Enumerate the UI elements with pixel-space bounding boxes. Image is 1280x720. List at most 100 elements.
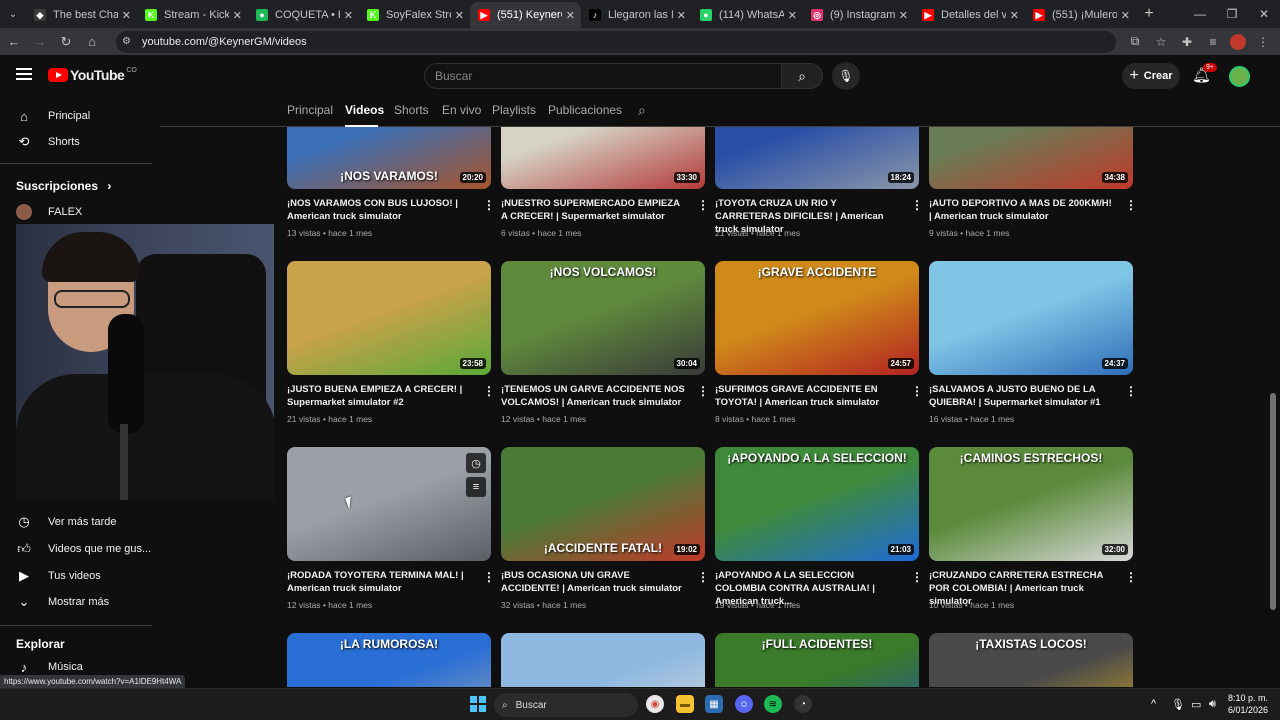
browser-tab[interactable]: ● COQUETA • Fu ✕ — [248, 2, 359, 28]
tab-close-icon[interactable]: ✕ — [122, 9, 131, 22]
forward-icon[interactable]: → — [28, 30, 52, 54]
search-input[interactable]: Buscar — [424, 63, 782, 89]
tab-publicaciones[interactable]: Publicaciones — [548, 103, 622, 117]
subscription-falex[interactable]: FALEX — [0, 199, 152, 225]
more-actions-icon[interactable]: ⋮ — [697, 198, 709, 212]
video-card[interactable]: 18:24 ¡TOYOTA CRUZA UN RIO Y CARRETERAS D… — [715, 127, 923, 238]
more-actions-icon[interactable]: ⋮ — [483, 384, 495, 398]
tab-close-icon[interactable]: ✕ — [233, 9, 242, 22]
video-thumbnail[interactable]: 24:37 — [929, 261, 1133, 375]
video-card[interactable]: 33:30 ¡NUESTRO SUPERMERCADO EMPIEZA A CRE… — [501, 127, 709, 238]
obs-icon[interactable]: ◔ — [794, 695, 812, 713]
video-card[interactable]: ¡ACCIDENTE FATAL! 19:02 ¡BUS OCASIONA UN G… — [501, 447, 709, 610]
url-bar[interactable]: ⚙ youtube.com/@KeynerGM/videos — [116, 30, 1116, 53]
sidebar-item-principal[interactable]: ⌂ Principal — [0, 103, 152, 129]
tab-close-icon[interactable]: ✕ — [455, 9, 464, 22]
site-info-icon[interactable]: ⚙ — [122, 36, 136, 47]
spotify-icon[interactable]: ≋ — [764, 695, 782, 713]
video-card[interactable]: ¡LA RUMOROSA! — [287, 633, 491, 687]
menu-hamburger-icon[interactable] — [16, 68, 32, 80]
video-thumbnail[interactable]: ¡FULL ACIDENTES! — [715, 633, 919, 687]
video-title[interactable]: ¡SUFRIMOS GRAVE ACCIDENTE EN TOYOTA! | A… — [715, 383, 901, 409]
tab-en-vivo[interactable]: En vivo — [442, 103, 481, 117]
more-actions-icon[interactable]: ⋮ — [911, 570, 923, 584]
browser-tab[interactable]: ▶ (551) KeynerGM ✕ — [470, 2, 581, 28]
media-control-icon[interactable]: ≡ — [1204, 35, 1222, 49]
video-thumbnail[interactable]: ¡GRAVE ACCIDENTE 24:57 — [715, 261, 919, 375]
video-card[interactable]: ¡GRAVE ACCIDENTE 24:57 ¡SUFRIMOS GRAVE ACC… — [715, 261, 923, 424]
video-thumbnail[interactable]: 33:30 — [501, 127, 705, 189]
search-icon[interactable]: ⌕ — [781, 63, 823, 89]
sidebar-item-your-videos[interactable]: ▶ Tus videos — [0, 563, 152, 589]
browser-tab[interactable]: K Stream - Kick Das ✕ — [137, 2, 248, 28]
tray-chevron-icon[interactable]: ^ — [1151, 698, 1156, 710]
restore-icon[interactable]: ❐ — [1216, 0, 1248, 28]
sidebar-item-liked[interactable]: 👍︎ Videos que me gus... — [0, 536, 152, 562]
channel-search-icon[interactable]: ⌕ — [638, 102, 646, 119]
browser-tab[interactable]: ▶ Detalles del vídeo ✕ — [914, 2, 1025, 28]
taskbar-search[interactable]: ⌕ Buscar — [494, 693, 638, 717]
video-title[interactable]: ¡RODADA TOYOTERA TERMINA MAL! | American… — [287, 569, 473, 595]
video-thumbnail[interactable]: ¡NOS VOLCAMOS! 30:04 — [501, 261, 705, 375]
video-card[interactable]: ¡NOS VARAMOS! 20:20 ¡NOS VARAMOS CON BUS L… — [287, 127, 495, 238]
video-title[interactable]: ¡SALVAMOS A JUSTO BUENO DE LA QUIEBRA! |… — [929, 383, 1115, 409]
more-actions-icon[interactable]: ⋮ — [697, 384, 709, 398]
video-thumbnail[interactable]: ¡NOS VARAMOS! 20:20 — [287, 127, 491, 189]
extensions-icon[interactable]: ✚ — [1178, 35, 1196, 49]
sidebar-item-shorts[interactable]: ⟲ Shorts — [0, 129, 152, 155]
video-thumbnail[interactable]: ¡LA RUMOROSA! — [287, 633, 491, 687]
tab-search-icon[interactable]: ⌄ — [0, 0, 26, 28]
video-card[interactable]: ¡APOYANDO A LA SELECCION! 21:03 ¡APOYANDO … — [715, 447, 923, 610]
tray-volume-icon[interactable]: 🔊︎ — [1209, 698, 1216, 711]
video-card[interactable]: ¡NOS VOLCAMOS! 30:04 ¡TENEMOS UN GARVE ACC… — [501, 261, 709, 424]
video-card[interactable]: 34:38 ¡AUTO DEPORTIVO A MAS DE 200KM/H! |… — [929, 127, 1137, 238]
video-title[interactable]: ¡NUESTRO SUPERMERCADO EMPIEZA A CRECER! … — [501, 197, 687, 223]
file-explorer-icon[interactable]: ▬ — [676, 695, 694, 713]
sidebar-item-watch-later[interactable]: ◷ Ver más tarde — [0, 509, 152, 535]
video-title[interactable]: ¡BUS OCASIONA UN GRAVE ACCIDENTE! | Amer… — [501, 569, 687, 595]
tab-close-icon[interactable]: ✕ — [344, 9, 353, 22]
tab-close-icon[interactable]: ✕ — [788, 9, 797, 22]
more-actions-icon[interactable]: ⋮ — [1125, 384, 1137, 398]
video-title[interactable]: ¡TENEMOS UN GARVE ACCIDENTE NOS VOLCAMOS… — [501, 383, 687, 409]
new-tab-button[interactable]: + — [1136, 5, 1162, 23]
chrome-icon[interactable]: ◉ — [646, 695, 664, 713]
tab-close-icon[interactable]: ✕ — [677, 9, 686, 22]
microphone-icon[interactable]: 🎙 — [832, 62, 860, 90]
reload-icon[interactable]: ↻ — [54, 30, 78, 54]
account-avatar[interactable] — [1229, 66, 1250, 87]
youtube-logo[interactable]: YouTube CO — [48, 67, 137, 83]
more-actions-icon[interactable]: ⋮ — [1125, 570, 1137, 584]
video-card[interactable]: ¡TAXISTAS LOCOS! — [929, 633, 1133, 687]
tab-videos[interactable]: Videos — [345, 103, 384, 117]
video-thumbnail[interactable]: ¡APOYANDO A LA SELECCION! 21:03 — [715, 447, 919, 561]
video-thumbnail[interactable]: 23:58 — [287, 261, 491, 375]
more-actions-icon[interactable]: ⋮ — [483, 570, 495, 584]
browser-tab[interactable]: ◆ The best ChatBot ✕ — [26, 2, 137, 28]
tab-principal[interactable]: Principal — [287, 103, 333, 117]
more-actions-icon[interactable]: ⋮ — [697, 570, 709, 584]
more-actions-icon[interactable]: ⋮ — [911, 384, 923, 398]
subscriptions-heading[interactable]: Suscripciones › — [16, 179, 111, 193]
video-thumbnail[interactable]: ◷ ≡ — [287, 447, 491, 561]
more-actions-icon[interactable]: ⋮ — [483, 198, 495, 212]
create-button[interactable]: + Crear — [1122, 63, 1180, 89]
sidebar-item-show-more[interactable]: ⌄ Mostrar más — [0, 589, 152, 615]
video-thumbnail[interactable]: 18:24 — [715, 127, 919, 189]
discord-icon[interactable]: ☺ — [735, 695, 753, 713]
home-button-icon[interactable]: ⌂ — [80, 30, 104, 54]
tray-mic-icon[interactable]: 🎙 — [1171, 698, 1185, 711]
cast-icon[interactable]: ⧉ — [1126, 34, 1144, 49]
browser-tab[interactable]: ◎ (9) Instagram • M ✕ — [803, 2, 914, 28]
video-card[interactable] — [501, 633, 705, 687]
tab-close-icon[interactable]: ✕ — [566, 9, 575, 22]
video-card[interactable]: 23:58 ¡JUSTO BUENA EMPIEZA A CRECER! | Su… — [287, 261, 495, 424]
windows-start-icon[interactable] — [470, 696, 486, 712]
browser-tab[interactable]: ▶ (551) ¡Mulero CAM ✕ — [1025, 2, 1136, 28]
video-card[interactable]: 24:37 ¡SALVAMOS A JUSTO BUENO DE LA QUIEB… — [929, 261, 1137, 424]
minimize-icon[interactable]: — — [1184, 0, 1216, 28]
tab-playlists[interactable]: Playlists — [492, 103, 536, 117]
video-thumbnail[interactable]: ¡TAXISTAS LOCOS! — [929, 633, 1133, 687]
tray-network-icon[interactable]: ▭ — [1191, 698, 1201, 711]
add-to-queue-icon[interactable]: ≡ — [466, 477, 486, 497]
